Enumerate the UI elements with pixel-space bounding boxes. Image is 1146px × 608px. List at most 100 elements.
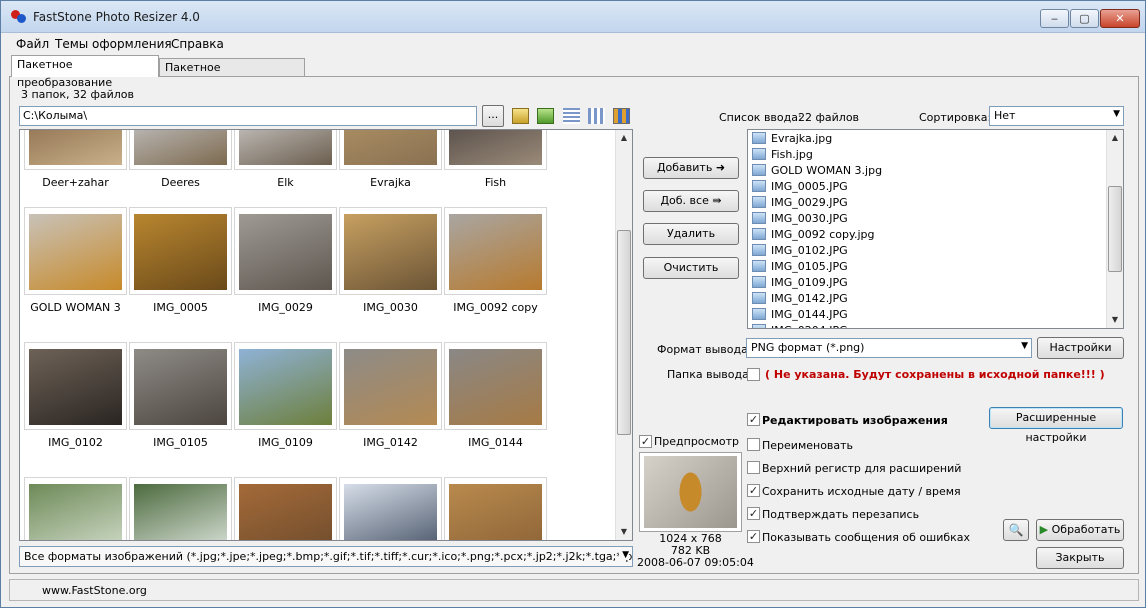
tab-batch-rename[interactable]: Пакетное переименование	[159, 58, 305, 92]
thumbnail-item[interactable]	[129, 342, 232, 430]
minimize-button[interactable]: ‒	[1040, 9, 1069, 28]
menu-file[interactable]: Файл	[16, 37, 49, 51]
view-list-icon[interactable]	[563, 108, 580, 124]
scroll-down-icon[interactable]: ▼	[616, 524, 632, 540]
option-checkbox[interactable]: ✓	[747, 484, 760, 497]
thumbnail-item[interactable]	[339, 130, 442, 170]
tab-batch-convert[interactable]: Пакетное преобразование	[11, 55, 159, 89]
scroll-thumb[interactable]	[1108, 186, 1122, 272]
browse-button[interactable]: ...	[482, 105, 504, 127]
thumbnail-caption: Evrajka	[370, 176, 411, 189]
thumbnail-item[interactable]	[444, 207, 547, 295]
folder-up-icon[interactable]	[512, 108, 529, 124]
thumbnail-caption: IMG_0142	[363, 436, 418, 449]
thumbnail-item[interactable]	[339, 342, 442, 430]
output-folder-checkbox[interactable]	[747, 368, 760, 381]
thumbnail-caption: IMG_0092 copy	[453, 301, 538, 314]
advanced-settings-button[interactable]: Расширенные настройки	[989, 407, 1123, 444]
input-file-list[interactable]: IMG_0204.JPG IMG_0144.JPG IMG_0142.JPG IMG_…	[747, 129, 1124, 329]
preview-button[interactable]: 🔍	[1003, 519, 1029, 541]
add-all-button[interactable]: Доб. все ⇛	[643, 190, 739, 212]
image-file-icon	[752, 164, 766, 176]
option-checkbox[interactable]	[747, 438, 760, 451]
thumbnail-image	[344, 349, 437, 425]
file-list-item[interactable]: IMG_0142.JPG	[752, 291, 848, 307]
image-file-icon	[752, 292, 766, 304]
file-list-item[interactable]: IMG_0105.JPG	[752, 259, 848, 275]
thumbnail-item[interactable]	[234, 130, 337, 170]
preview-checkbox[interactable]: ✓	[639, 435, 652, 448]
close-window-button[interactable]: ✕	[1100, 9, 1140, 28]
thumbnail-item[interactable]	[129, 207, 232, 295]
thumbnail-view[interactable]: ▲ ▼ Deer+zahar Deeres Elk Evrajka Fish GOLD W…	[19, 129, 633, 541]
file-name: IMG_0142.JPG	[771, 292, 848, 305]
thumbnail-image	[239, 214, 332, 290]
sort-select-value: Нет	[994, 109, 1016, 122]
clear-button[interactable]: Очистить	[643, 257, 739, 279]
thumbnail-item[interactable]	[24, 130, 127, 170]
scroll-up-icon[interactable]: ▲	[1107, 130, 1123, 146]
thumbnail-item[interactable]	[444, 130, 547, 170]
thumbnail-item[interactable]	[234, 477, 337, 540]
file-name: IMG_0204.JPG	[771, 324, 848, 328]
file-list-item[interactable]: IMG_0092 copy.jpg	[752, 227, 874, 243]
run-button[interactable]: ▶ Обработать	[1036, 519, 1124, 541]
format-filter-select[interactable]: Все форматы изображений (*.jpg;*.jpe;*.j…	[19, 546, 633, 567]
thumbnail-item[interactable]	[339, 207, 442, 295]
file-name: IMG_0005.JPG	[771, 180, 848, 193]
thumbnail-item[interactable]	[234, 342, 337, 430]
input-list-count: 22 файлов	[798, 111, 860, 124]
file-name: IMG_0105.JPG	[771, 260, 848, 273]
view-thumbnails-icon[interactable]	[613, 108, 630, 124]
scroll-down-icon[interactable]: ▼	[1107, 312, 1123, 328]
thumbnail-item[interactable]	[234, 207, 337, 295]
menu-help[interactable]: Справка	[171, 37, 224, 51]
file-list-item[interactable]: Fish.jpg	[752, 147, 813, 163]
scroll-thumb[interactable]	[617, 230, 631, 435]
close-button[interactable]: Закрыть	[1036, 547, 1124, 569]
thumbnail-item[interactable]	[339, 477, 442, 540]
option-checkbox[interactable]	[747, 461, 760, 474]
file-list-item[interactable]: IMG_0030.JPG	[752, 211, 848, 227]
image-file-icon	[752, 180, 766, 192]
file-list-item[interactable]: IMG_0005.JPG	[752, 179, 848, 195]
output-folder-warning: ( Не указана. Будут сохранены в исходной…	[765, 368, 1105, 381]
file-name: IMG_0029.JPG	[771, 196, 848, 209]
option-checkbox[interactable]: ✓	[747, 413, 760, 426]
view-details-icon[interactable]	[588, 108, 605, 124]
file-list-item[interactable]: IMG_0029.JPG	[752, 195, 848, 211]
option-checkbox[interactable]: ✓	[747, 530, 760, 543]
maximize-button[interactable]: ▢	[1070, 9, 1099, 28]
delete-button[interactable]: Удалить	[643, 223, 739, 245]
menu-bar: Файл Темы оформления Справка	[1, 34, 1145, 54]
thumbnail-item[interactable]	[129, 130, 232, 170]
menu-themes[interactable]: Темы оформления	[55, 37, 172, 51]
file-list-item[interactable]: IMG_0109.JPG	[752, 275, 848, 291]
thumbnail-item[interactable]	[129, 477, 232, 540]
file-list-item[interactable]: GOLD WOMAN 3.jpg	[752, 163, 882, 179]
path-input[interactable]: C:\Колыма\	[19, 106, 477, 126]
refresh-folder-icon[interactable]	[537, 108, 554, 124]
sort-select[interactable]: Нет ▼	[989, 106, 1124, 126]
thumbnail-item[interactable]	[444, 477, 547, 540]
output-format-label: Формат вывода:	[657, 343, 752, 356]
thumbnail-item[interactable]	[24, 342, 127, 430]
thumbnail-item[interactable]	[444, 342, 547, 430]
file-list-item[interactable]: IMG_0204.JPG	[752, 323, 848, 328]
output-folder-label: Папка вывода:	[667, 368, 753, 381]
add-button[interactable]: Добавить ➜	[643, 157, 739, 179]
file-list-item[interactable]: IMG_0144.JPG	[752, 307, 848, 323]
thumbnail-scrollbar[interactable]: ▲ ▼	[615, 130, 632, 540]
thumbnail-item[interactable]	[24, 477, 127, 540]
thumbnail-item[interactable]	[24, 207, 127, 295]
thumbnail-caption: GOLD WOMAN 3	[30, 301, 121, 314]
file-list-item[interactable]: IMG_0102.JPG	[752, 243, 848, 259]
settings-button[interactable]: Настройки	[1037, 337, 1124, 359]
option-checkbox[interactable]: ✓	[747, 507, 760, 520]
output-format-select[interactable]: PNG формат (*.png) ▼	[746, 338, 1032, 358]
thumbnail-image	[344, 130, 437, 165]
file-list-item[interactable]: Evrajka.jpg	[752, 131, 832, 147]
chevron-down-icon: ▼	[619, 550, 629, 560]
file-list-scrollbar[interactable]: ▲ ▼	[1106, 130, 1123, 328]
scroll-up-icon[interactable]: ▲	[616, 130, 632, 146]
